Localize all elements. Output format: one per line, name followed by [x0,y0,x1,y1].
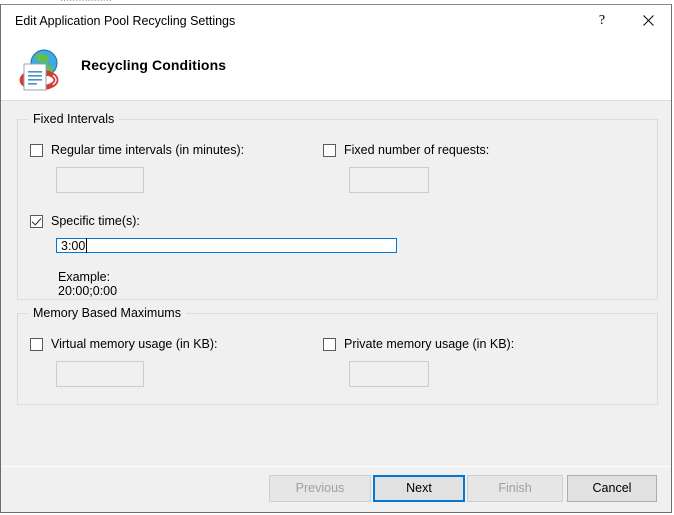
checkbox-private-memory-usage[interactable]: Private memory usage (in KB): [323,337,514,352]
field-regular-time-intervals: Regular time intervals (in minutes): [30,143,244,193]
group-memory-based-maximums: Memory Based Maximums Virtual memory usa… [17,306,658,405]
input-specific-times[interactable]: 3:00 [56,238,397,253]
field-fixed-number-of-requests: Fixed number of requests: [323,143,489,193]
field-specific-times: Specific time(s): 3:00 Example: 20:00;0:… [30,214,397,298]
group-fixed-intervals: Fixed Intervals Regular time intervals (… [17,112,658,300]
checkbox-virtual-memory-usage[interactable]: Virtual memory usage (in KB): [30,337,218,352]
checkbox-box-virtual-memory-usage[interactable] [30,338,43,351]
input-specific-times-value: 3:00 [61,238,86,253]
input-private-memory-usage[interactable] [349,361,429,387]
checkbox-label-fixed-number-of-requests: Fixed number of requests: [344,143,490,157]
dialog-header: Recycling Conditions [1,36,671,101]
screen: ................. Edit Application Pool … [0,0,674,515]
help-glyph: ? [598,12,606,28]
previous-button[interactable]: Previous [269,475,371,502]
input-fixed-number-of-requests[interactable] [349,167,429,193]
checkbox-box-specific-times[interactable] [30,215,43,228]
next-button[interactable]: Next [373,475,465,502]
group-fixed-intervals-title: Fixed Intervals [28,112,120,126]
checkbox-label-private-memory-usage: Private memory usage (in KB): [344,337,515,351]
checkbox-box-regular-time-intervals[interactable] [30,144,43,157]
recycling-globe-document-icon [15,44,63,92]
checkbox-label-virtual-memory-usage: Virtual memory usage (in KB): [51,337,218,351]
checkbox-specific-times[interactable]: Specific time(s): [30,214,140,229]
dialog-footer: Previous Next Finish Cancel [1,467,671,512]
checkbox-box-fixed-number-of-requests[interactable] [323,144,336,157]
field-virtual-memory-usage: Virtual memory usage (in KB): [30,337,218,387]
help-icon[interactable]: ? [579,5,625,36]
page-title: Recycling Conditions [81,57,227,73]
input-regular-time-intervals[interactable] [56,167,144,193]
text-caret [86,238,88,253]
hint-specific-times: Example: 20:00;0:00 [58,270,118,298]
checkbox-label-specific-times: Specific time(s): [51,214,140,228]
dialog-body: Fixed Intervals Regular time intervals (… [1,101,671,467]
group-memory-based-maximums-title: Memory Based Maximums [28,306,186,320]
close-icon[interactable] [625,5,671,36]
input-virtual-memory-usage[interactable] [56,361,144,387]
title-bar: Edit Application Pool Recycling Settings… [1,5,671,36]
window-title: Edit Application Pool Recycling Settings [15,14,236,28]
cancel-button[interactable]: Cancel [567,475,657,502]
checkbox-regular-time-intervals[interactable]: Regular time intervals (in minutes): [30,143,244,158]
checkbox-fixed-number-of-requests[interactable]: Fixed number of requests: [323,143,489,158]
finish-button[interactable]: Finish [467,475,563,502]
field-private-memory-usage: Private memory usage (in KB): [323,337,514,387]
checkbox-label-regular-time-intervals: Regular time intervals (in minutes): [51,143,245,157]
checkbox-box-private-memory-usage[interactable] [323,338,336,351]
edit-application-pool-recycling-settings-dialog: Edit Application Pool Recycling Settings… [0,4,672,513]
